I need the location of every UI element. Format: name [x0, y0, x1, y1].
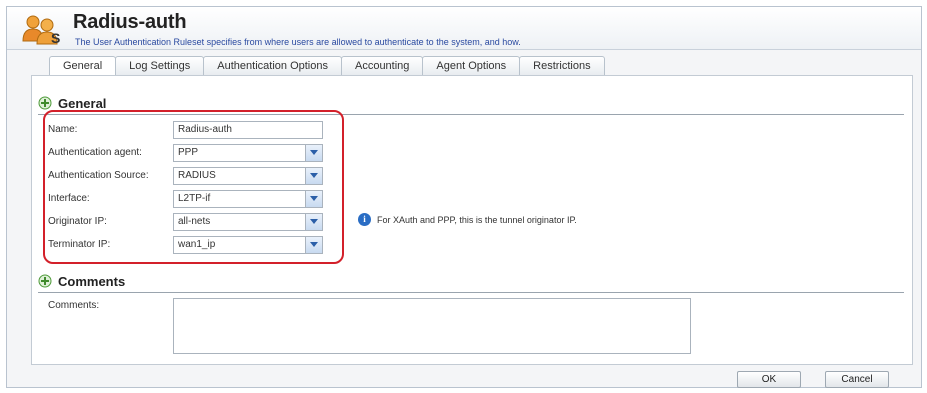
chevron-down-icon[interactable]: [305, 145, 322, 161]
originator-ip-select[interactable]: all-nets: [173, 213, 323, 231]
tab-authentication-options[interactable]: Authentication Options: [203, 56, 342, 75]
interface-label: Interface:: [48, 193, 90, 204]
tab-log-settings[interactable]: Log Settings: [115, 56, 205, 75]
interface-select[interactable]: L2TP-if: [173, 190, 323, 208]
comments-textarea[interactable]: [173, 298, 691, 354]
info-text: For XAuth and PPP, this is the tunnel or…: [377, 214, 577, 225]
authentication-agent-select[interactable]: PPP: [173, 144, 323, 162]
authentication-agent-label: Authentication agent:: [48, 147, 142, 158]
authentication-source-value: RADIUS: [178, 170, 216, 181]
info-icon: i: [358, 213, 371, 226]
comments-label: Comments:: [48, 300, 100, 311]
users-ruleset-icon: S: [22, 15, 60, 46]
general-panel: General Name: Radius-auth Authentication…: [31, 75, 913, 365]
svg-text:S: S: [51, 30, 60, 46]
tab-accounting[interactable]: Accounting: [340, 56, 424, 75]
authentication-source-select[interactable]: RADIUS: [173, 167, 323, 185]
comments-section-title: Comments: [58, 273, 126, 289]
tab-agent-options[interactable]: Agent Options: [422, 56, 521, 75]
page-title: Radius-auth: [73, 11, 187, 33]
terminator-ip-value: wan1_ip: [178, 239, 216, 250]
terminator-ip-label: Terminator IP:: [48, 239, 111, 250]
name-value: Radius-auth: [178, 124, 232, 135]
chevron-down-icon[interactable]: [305, 191, 322, 207]
general-section-header[interactable]: General: [38, 94, 106, 112]
name-input[interactable]: Radius-auth: [173, 121, 323, 139]
header: S Radius-auth The User Authentication Ru…: [7, 7, 921, 50]
chevron-down-icon[interactable]: [305, 214, 322, 230]
dialog-frame: S Radius-auth The User Authentication Ru…: [6, 6, 922, 388]
originator-ip-label: Originator IP:: [48, 216, 107, 227]
originator-ip-value: all-nets: [178, 216, 211, 227]
tab-restrictions[interactable]: Restrictions: [519, 56, 605, 75]
authentication-agent-value: PPP: [178, 147, 199, 158]
name-label: Name:: [48, 124, 78, 135]
collapse-expand-icon: [38, 96, 52, 110]
terminator-ip-select[interactable]: wan1_ip: [173, 236, 323, 254]
section-divider: [38, 292, 904, 293]
tab-bar: General Log Settings Authentication Opti…: [49, 56, 605, 76]
cancel-button[interactable]: Cancel: [825, 371, 889, 388]
ok-button[interactable]: OK: [737, 371, 801, 388]
originator-info: i For XAuth and PPP, this is the tunnel …: [358, 213, 577, 226]
section-divider: [38, 114, 904, 115]
authentication-source-label: Authentication Source:: [48, 170, 149, 181]
chevron-down-icon[interactable]: [305, 237, 322, 253]
tab-general[interactable]: General: [49, 56, 117, 76]
general-section-title: General: [58, 95, 107, 111]
comments-section-header[interactable]: Comments: [38, 272, 125, 290]
interface-value: L2TP-if: [178, 193, 211, 204]
page-subtitle: The User Authentication Ruleset specifie…: [75, 37, 521, 47]
collapse-expand-icon: [38, 274, 52, 288]
chevron-down-icon[interactable]: [305, 168, 322, 184]
